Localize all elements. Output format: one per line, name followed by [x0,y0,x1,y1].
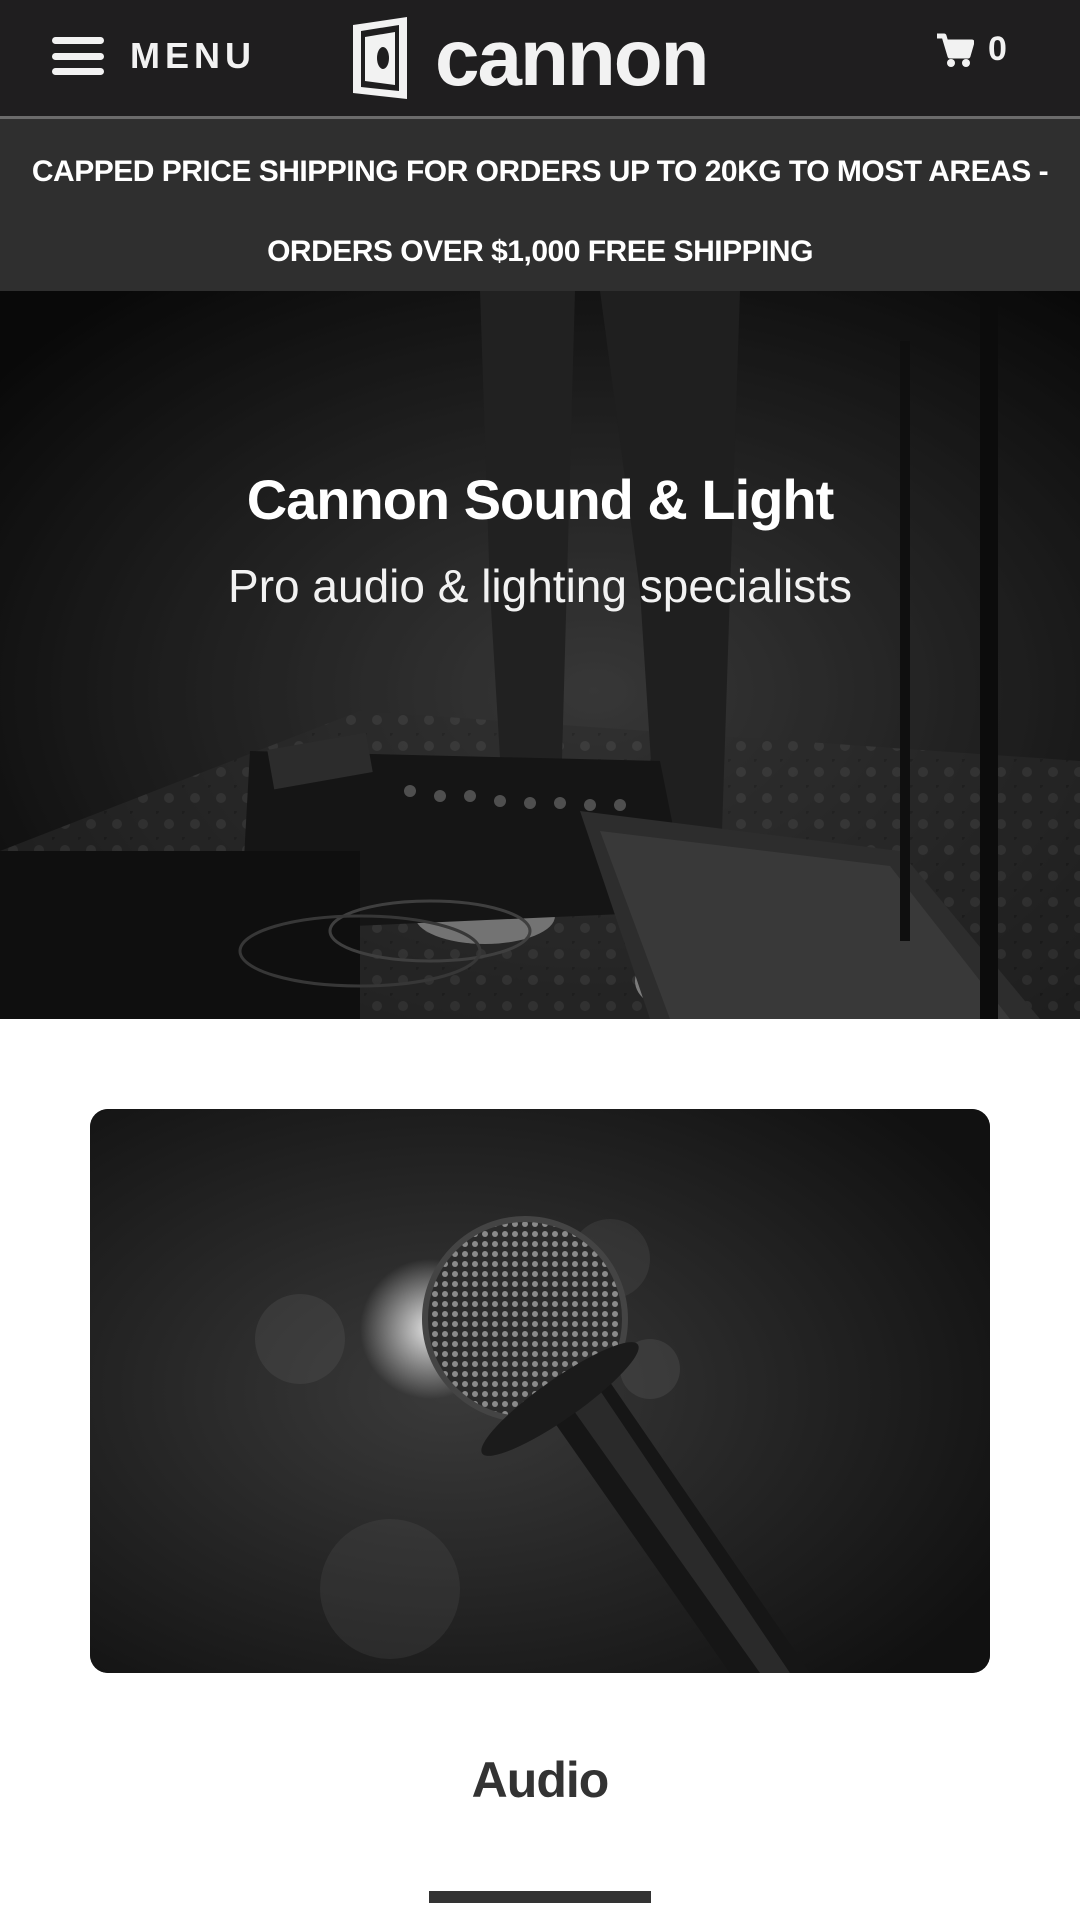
hero-banner: Cannon Sound & Light Pro audio & lightin… [0,291,1080,1019]
menu-label: MENU [130,35,256,76]
microphone-image [90,1109,990,1673]
cart-button[interactable]: 0 [936,30,1007,69]
announcement-line-2: ORDERS OVER $1,000 FREE SHIPPING [267,235,813,268]
menu-button[interactable]: MENU [52,26,256,86]
site-header: MENU cannon 0 [0,0,1080,119]
title-underline [429,1891,651,1903]
brand-logo[interactable]: cannon [353,13,709,102]
cart-icon [937,33,974,67]
category-card-audio[interactable] [90,1109,990,1673]
hero-subtitle: Pro audio & lighting specialists [228,560,852,612]
announcement-line-1: CAPPED PRICE SHIPPING FOR ORDERS UP TO 2… [31,155,1049,188]
cart-count: 0 [988,30,1007,68]
hero-title: Cannon Sound & Light [246,468,835,531]
brand-name: cannon [435,13,709,102]
hamburger-icon [52,37,104,75]
category-title[interactable]: Audio [0,1751,1080,1809]
hero-stage-image [0,291,1080,1019]
shipping-announcement: CAPPED PRICE SHIPPING FOR ORDERS UP TO 2… [0,119,1080,291]
logo-mark-icon [353,17,407,99]
category-section: Audio [0,1019,1080,1915]
